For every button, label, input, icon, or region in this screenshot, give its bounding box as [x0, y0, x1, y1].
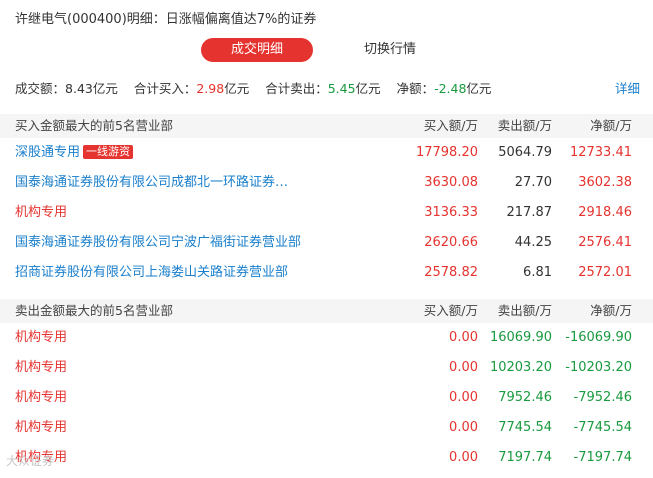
net-amount: -10203.20 — [565, 360, 632, 375]
net-amount: -7745.54 — [573, 420, 632, 435]
broker-name-link[interactable]: 机构专用 — [15, 383, 67, 413]
table-row[interactable]: 国泰海通证券股份有限公司成都北一环路证券… 3630.08 27.70 3602… — [0, 168, 653, 198]
buy-section-title: 买入金额最大的前5名营业部 — [15, 118, 173, 133]
volume-value: 8.43亿元 — [65, 81, 118, 96]
watermark: 大众证券 — [6, 454, 55, 468]
buy-section-header: 买入金额最大的前5名营业部 买入额/万 卖出额/万 净额/万 — [0, 114, 653, 138]
tab-trade-detail[interactable]: 成交明细 — [201, 38, 313, 62]
status-badge: 一线游资 — [83, 144, 134, 159]
net-amount: 2918.46 — [578, 205, 632, 220]
broker-name-link[interactable]: 招商证券股份有限公司上海娄山关路证券营业部 — [15, 258, 288, 288]
buy-amount: 0.00 — [449, 330, 478, 345]
total-buy-label: 合计买入： — [133, 81, 197, 96]
sell-amount: 6.81 — [523, 265, 552, 280]
buy-amount: 2620.66 — [424, 235, 478, 250]
volume-label: 成交额： — [15, 81, 66, 96]
sell-amount: 16069.90 — [489, 330, 552, 345]
sell-section-header: 卖出金额最大的前5名营业部 买入额/万 卖出额/万 净额/万 — [0, 299, 653, 323]
sell-amount: 27.70 — [514, 175, 552, 190]
col-sell-header: 卖出额/万 — [497, 118, 552, 133]
net-label: 净额： — [396, 81, 435, 96]
net-amount: 12733.41 — [569, 145, 632, 160]
detail-link[interactable]: 详细 — [615, 78, 640, 97]
sell-amount: 44.25 — [514, 235, 552, 250]
table-row[interactable]: 深股通专用 一线游资 17798.20 5064.79 12733.41 — [0, 138, 653, 168]
table-row[interactable]: 机构专用 0.00 16069.90 -16069.90 — [0, 323, 653, 353]
sell-section-title: 卖出金额最大的前5名营业部 — [15, 303, 173, 318]
net-amount: -16069.90 — [565, 330, 632, 345]
tab-switch-quote[interactable]: 切换行情 — [340, 38, 440, 62]
total-buy-value: 2.98 — [196, 81, 225, 96]
buy-amount: 2578.82 — [424, 265, 478, 280]
net-amount: 2572.01 — [578, 265, 632, 280]
broker-name-link[interactable]: 机构专用 — [15, 198, 67, 228]
broker-name-link[interactable]: 机构专用 — [15, 413, 67, 443]
buy-amount: 3136.33 — [424, 205, 478, 220]
col-net-header: 净额/万 — [590, 303, 632, 318]
net-amount: 2576.41 — [578, 235, 632, 250]
total-sell-value: 5.45 — [327, 81, 356, 96]
table-row[interactable]: 招商证券股份有限公司上海娄山关路证券营业部 2578.82 6.81 2572.… — [0, 258, 653, 288]
buy-amount: 3630.08 — [424, 175, 478, 190]
table-row[interactable]: 机构专用 0.00 7745.54 -7745.54 — [0, 413, 653, 443]
table-row[interactable]: 机构专用 0.00 7197.74 -7197.74 — [0, 443, 653, 473]
summary-bar: 成交额：8.43亿元 合计买入：2.98亿元 合计卖出：5.45亿元 净额：-2… — [15, 78, 640, 98]
col-sell-header: 卖出额/万 — [497, 303, 552, 318]
tab-bar: 成交明细 切换行情 — [0, 38, 653, 64]
net-amount: 3602.38 — [578, 175, 632, 190]
sell-amount: 5064.79 — [498, 145, 552, 160]
col-buy-header: 买入额/万 — [423, 118, 478, 133]
net-amount: -7952.46 — [573, 390, 632, 405]
broker-name-link[interactable]: 国泰海通证券股份有限公司宁波广福街证券营业部 — [15, 228, 301, 258]
page-title: 许继电气(000400)明细：日涨幅偏离值达7%的证券 — [15, 12, 317, 27]
col-net-header: 净额/万 — [590, 118, 632, 133]
sell-amount: 7197.74 — [498, 450, 552, 465]
net-amount: -7197.74 — [573, 450, 632, 465]
total-buy-unit: 亿元 — [224, 81, 250, 96]
table-row[interactable]: 国泰海通证券股份有限公司宁波广福街证券营业部 2620.66 44.25 257… — [0, 228, 653, 258]
net-value: -2.48 — [434, 81, 467, 96]
broker-name-link[interactable]: 深股通专用 一线游资 — [15, 138, 134, 168]
buy-amount: 0.00 — [449, 390, 478, 405]
broker-name-link[interactable]: 机构专用 — [15, 323, 67, 353]
sell-amount: 217.87 — [506, 205, 553, 220]
sell-amount: 10203.20 — [489, 360, 552, 375]
sell-amount: 7952.46 — [498, 390, 552, 405]
total-sell-label: 合计卖出： — [265, 81, 328, 96]
table-row[interactable]: 机构专用 0.00 7952.46 -7952.46 — [0, 383, 653, 413]
total-sell-unit: 亿元 — [355, 81, 381, 96]
net-unit: 亿元 — [466, 81, 492, 96]
broker-name-link[interactable]: 机构专用 — [15, 353, 67, 383]
table-row[interactable]: 机构专用 3136.33 217.87 2918.46 — [0, 198, 653, 228]
table-row[interactable]: 机构专用 0.00 10203.20 -10203.20 — [0, 353, 653, 383]
sell-amount: 7745.54 — [498, 420, 552, 435]
broker-name-link[interactable]: 国泰海通证券股份有限公司成都北一环路证券… — [15, 168, 288, 198]
buy-amount: 0.00 — [449, 450, 478, 465]
buy-amount: 0.00 — [449, 420, 478, 435]
buy-amount: 17798.20 — [415, 145, 478, 160]
buy-amount: 0.00 — [449, 360, 478, 375]
col-buy-header: 买入额/万 — [423, 303, 478, 318]
